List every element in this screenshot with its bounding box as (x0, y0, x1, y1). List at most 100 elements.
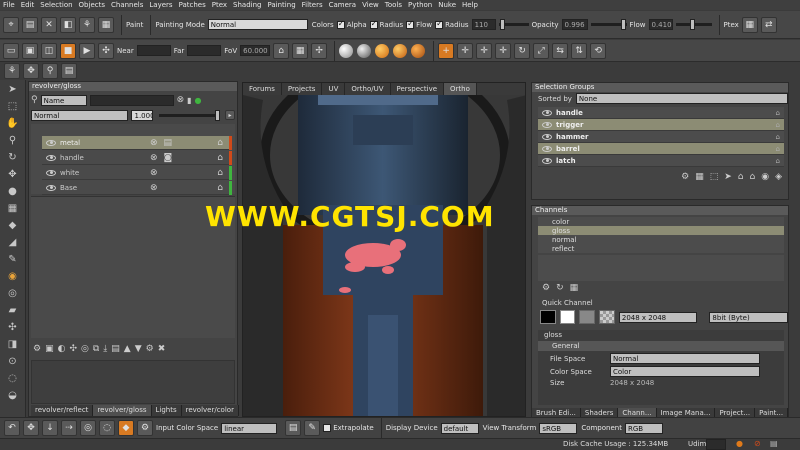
down-arrow-icon[interactable]: ↓ (42, 420, 58, 436)
channel-grid-icon[interactable]: ▦ (570, 283, 579, 293)
layer-row-metal[interactable]: metal ⊗ ▤ ⌂ (42, 135, 232, 150)
add-layer-icon[interactable]: ⚙ (33, 344, 41, 354)
group-row-handle[interactable]: handle ⌂ (538, 107, 784, 119)
view-transform-select[interactable]: sRGB (539, 422, 578, 434)
near-input[interactable] (136, 45, 171, 56)
input-color-space-select[interactable]: linear (221, 422, 278, 434)
radius-slider[interactable] (498, 19, 529, 30)
group-row-barrel[interactable]: barrel ⌂ (538, 143, 784, 155)
cursor-icon[interactable]: ➤ (724, 172, 732, 182)
play-icon[interactable]: ▶ (79, 42, 95, 59)
menu-layers[interactable]: Layers (149, 1, 172, 9)
tab-forums[interactable]: Forums (243, 83, 282, 95)
fill-tool-icon[interactable]: ◆ (5, 219, 21, 233)
flow-slider-knob[interactable] (689, 19, 695, 30)
log-icon[interactable]: ▤ (770, 439, 778, 448)
nudge-icon[interactable]: ⇢ (61, 420, 77, 436)
layer-mask-icon[interactable]: ◙ (164, 153, 173, 163)
visibility-eye-icon[interactable] (542, 109, 552, 116)
grid-icon[interactable]: ▦ (292, 42, 309, 59)
ptex-swap-icon[interactable]: ⇄ (760, 16, 777, 33)
link-icon[interactable]: ⊗ (150, 138, 158, 148)
group-row-hammer[interactable]: hammer ⌂ (538, 131, 784, 143)
add-channel-icon[interactable]: ⚙ (542, 283, 550, 293)
eye-group-icon[interactable]: ◉ (761, 172, 769, 182)
axis-icon[interactable]: ✢ (311, 42, 328, 59)
menu-help[interactable]: Help (462, 1, 478, 9)
menu-python[interactable]: Python (408, 1, 432, 9)
layers-group-icon[interactable]: ◈ (775, 172, 782, 182)
tab-revolver-color[interactable]: revolver/color (181, 405, 239, 416)
refresh-channel-icon[interactable]: ↻ (556, 283, 564, 293)
layer-opacity-slider-knob[interactable] (215, 109, 221, 121)
layers-filter-input[interactable] (89, 94, 174, 106)
tab-projects[interactable]: Projects (282, 83, 323, 95)
link-icon[interactable]: ⊗ (150, 183, 158, 193)
dodge-icon[interactable]: ◒ (5, 389, 21, 403)
ptex-grid-icon[interactable]: ▦ (741, 16, 758, 33)
orange-tool-icon[interactable]: ◆ (118, 420, 134, 436)
tab-perspective[interactable]: Perspective (391, 83, 445, 95)
tab-uv[interactable]: UV (322, 83, 346, 95)
visibility-eye-icon[interactable] (46, 169, 56, 176)
sorted-by-select[interactable]: None (575, 93, 788, 104)
menu-tools[interactable]: Tools (385, 1, 402, 9)
lock-icon[interactable]: ⌂ (776, 109, 780, 117)
rotate-icon[interactable]: ↻ (514, 42, 531, 59)
flow-slider[interactable] (675, 19, 712, 30)
layer-options-icon[interactable]: ▸ (225, 110, 235, 120)
visibility-eye-icon[interactable] (542, 145, 552, 152)
move-tool-icon[interactable]: ✥ (23, 420, 39, 436)
channel-depth-select[interactable]: 8bit (Byte) (709, 311, 788, 323)
transform-icon[interactable]: ✥ (5, 168, 21, 182)
marquee-icon[interactable]: ⬚ (5, 100, 21, 114)
transform-bottom-icon[interactable]: ◎ (80, 420, 96, 436)
scale-icon[interactable]: ⤢ (533, 42, 550, 59)
grid-tool-icon[interactable]: ▦ (5, 202, 21, 216)
move-up-icon[interactable]: ▲ (124, 344, 131, 354)
radius-checkbox[interactable] (406, 19, 415, 29)
shader-orange-icon[interactable] (375, 43, 390, 58)
group-row-latch[interactable]: latch ⌂ (538, 155, 784, 167)
flip-icon[interactable]: ⇅ (571, 42, 588, 59)
add-group-icon[interactable]: ⚙ (681, 172, 689, 182)
opacity-input[interactable]: 0.996 (561, 19, 588, 30)
visibility-eye-icon[interactable] (46, 139, 56, 146)
snap-icon[interactable]: + (438, 42, 455, 59)
lock-icon[interactable]: ⌂ (273, 42, 290, 59)
tab-revolver-reflect[interactable]: revolver/reflect (31, 405, 94, 416)
menu-camera[interactable]: Camera (329, 1, 356, 9)
component-select[interactable]: RGB (624, 422, 663, 434)
grid-select-icon[interactable]: ▦ (695, 172, 704, 182)
display-device-select[interactable]: default (440, 422, 479, 434)
link-icon[interactable]: ⊗ (150, 153, 158, 163)
swatch-icon[interactable]: ◨ (5, 338, 21, 352)
layers-filter-select[interactable]: Name (40, 94, 87, 106)
merge-layer-icon[interactable]: ⤓ (103, 344, 107, 354)
menu-view[interactable]: View (362, 1, 379, 9)
flow-input[interactable]: 0.410 (648, 19, 673, 30)
camera-icon[interactable]: ▭ (3, 42, 19, 59)
tab-revolver-gloss[interactable]: revolver/gloss (93, 405, 152, 416)
tab-ortho[interactable]: Ortho (444, 83, 477, 95)
alpha-checkbox[interactable] (369, 19, 378, 29)
move-down-icon[interactable]: ▼ (135, 344, 142, 354)
page-icon[interactable]: ▤ (285, 420, 302, 436)
fov-input[interactable]: 60.000 (240, 45, 271, 56)
add-procedural-icon[interactable]: ✣ (69, 344, 77, 354)
opacity-slider-knob[interactable] (620, 19, 626, 30)
menu-edit[interactable]: Edit (21, 1, 35, 9)
checker-swatch[interactable] (599, 310, 615, 324)
colors-checkbox[interactable] (336, 19, 345, 29)
layer-opacity-input[interactable]: 1.000 (131, 109, 154, 121)
blur-icon[interactable]: ◌ (5, 372, 21, 386)
fill-icon[interactable]: ◧ (60, 16, 76, 33)
pencil-icon[interactable]: ✎ (304, 420, 321, 436)
painting-mode-select[interactable]: Normal (207, 19, 308, 30)
smear-icon[interactable]: ◎ (5, 287, 21, 301)
lock-icon[interactable]: ⌂ (776, 145, 780, 153)
layer-row-white[interactable]: white ⊗ ⌂ (42, 165, 232, 180)
link-icon[interactable]: ⊗ (150, 168, 158, 178)
lock-icon[interactable]: ⌂ (776, 157, 780, 165)
channel-row-normal[interactable]: normal (538, 235, 784, 244)
